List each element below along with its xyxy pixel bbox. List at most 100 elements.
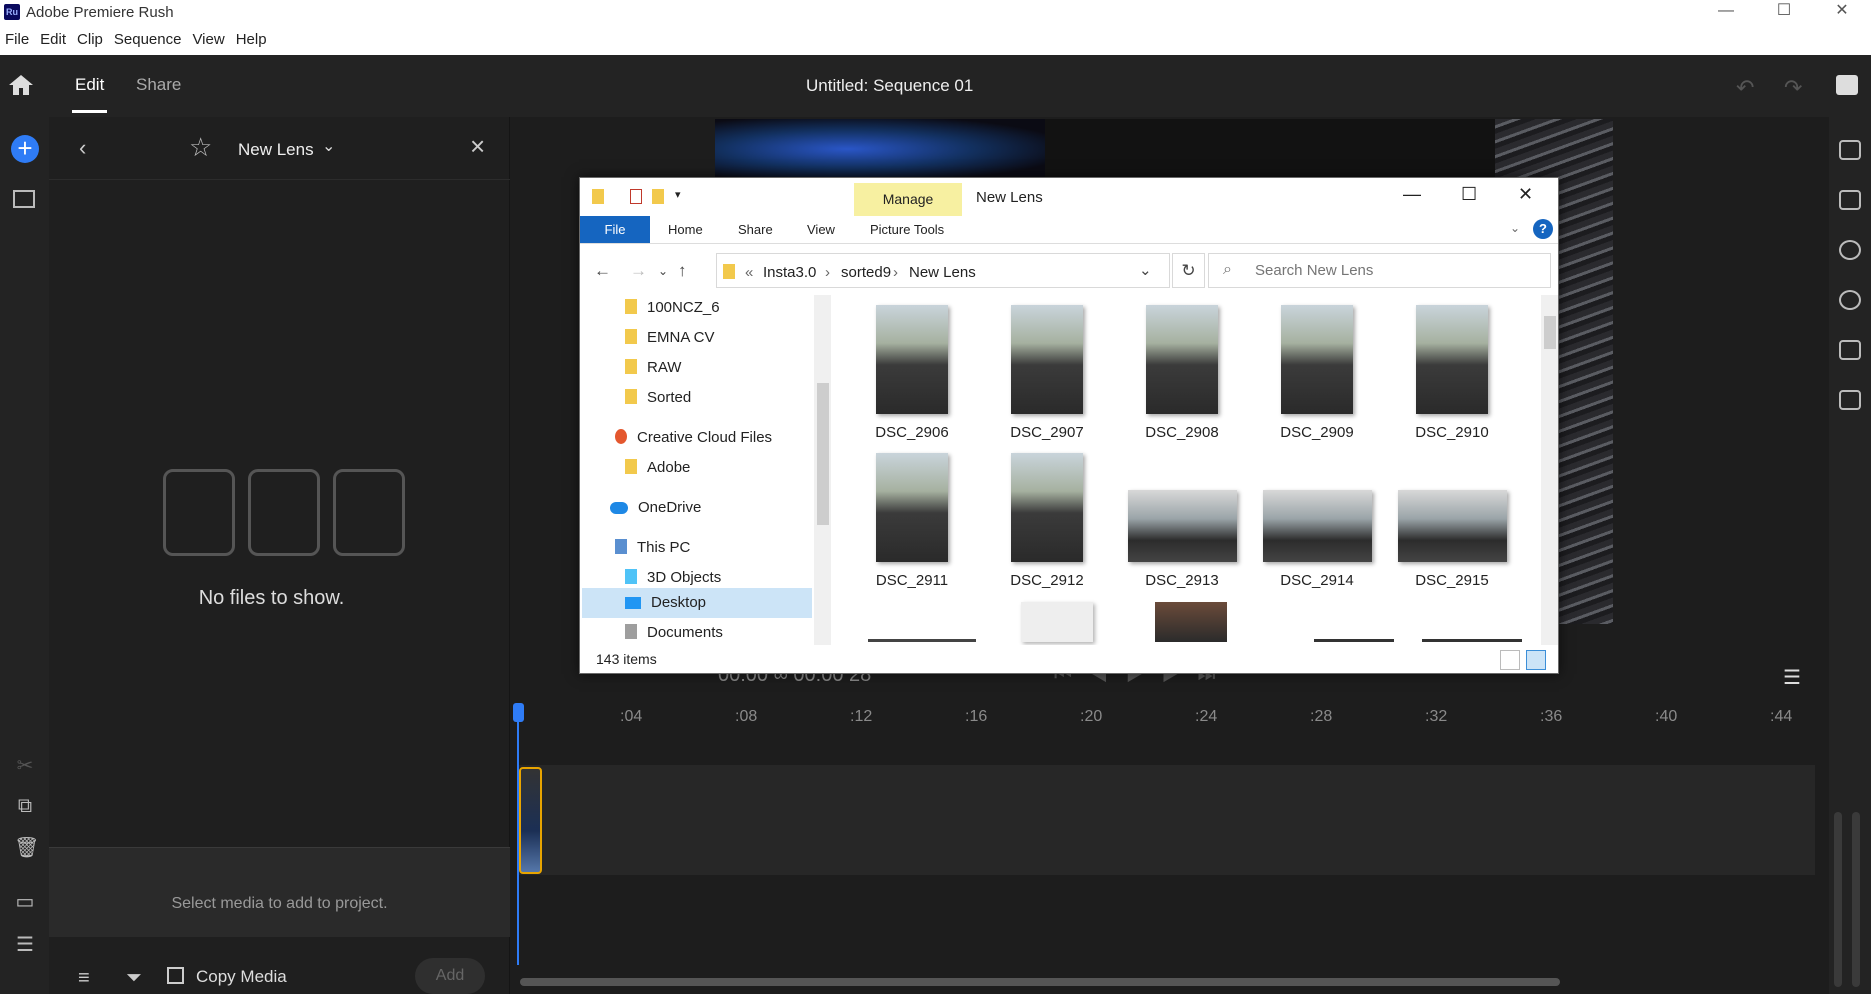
back-icon[interactable]: ‹ xyxy=(79,135,86,161)
chevron-down-icon[interactable]: ⌄ xyxy=(1139,261,1152,279)
crop-icon[interactable] xyxy=(1839,390,1861,410)
menu-help[interactable]: Help xyxy=(233,31,275,48)
file-item-dsc-2911[interactable]: DSC_2911 xyxy=(852,453,972,589)
ribbon-tab-home[interactable]: Home xyxy=(668,222,703,237)
menu-sequence[interactable]: Sequence xyxy=(111,31,190,48)
audio-icon[interactable] xyxy=(1839,340,1861,360)
maximize-icon[interactable]: ☐ xyxy=(1461,184,1477,205)
copy-media-checkbox[interactable] xyxy=(167,967,184,984)
nav-item-desktop[interactable]: Desktop xyxy=(625,590,706,616)
duplicate-icon[interactable]: ⧉ xyxy=(14,795,36,817)
playhead[interactable] xyxy=(517,710,519,965)
menu-view[interactable]: View xyxy=(189,31,232,48)
file-item-dsc-2909[interactable]: DSC_2909 xyxy=(1257,305,1377,441)
search-box[interactable]: ⌕ xyxy=(1208,253,1551,288)
menu-file[interactable]: File xyxy=(2,31,37,48)
manage-tab[interactable]: Manage xyxy=(854,183,962,216)
timeline-menu-icon[interactable]: ☰ xyxy=(1783,665,1801,690)
minimize-icon[interactable]: — xyxy=(1403,184,1421,205)
refresh-icon[interactable]: ↻ xyxy=(1172,253,1205,288)
speed-icon[interactable] xyxy=(1839,290,1861,310)
recent-locations-icon[interactable]: ⌄ xyxy=(658,264,668,278)
project-assets-icon[interactable] xyxy=(13,190,35,208)
nav-item-creative-cloud[interactable]: Creative Cloud Files xyxy=(615,425,772,451)
nav-item-onedrive[interactable]: OneDrive xyxy=(610,495,701,521)
back-arrow-icon[interactable]: ← xyxy=(594,261,611,281)
nav-scrollbar-thumb[interactable] xyxy=(817,383,829,525)
search-input[interactable] xyxy=(1255,262,1535,279)
file-grid-scrollbar-thumb[interactable] xyxy=(1544,316,1556,349)
nav-item-adobe[interactable]: Adobe xyxy=(625,455,690,481)
ribbon-tab-file[interactable]: File xyxy=(580,216,650,243)
tab-share[interactable]: Share xyxy=(136,75,181,95)
color-icon[interactable] xyxy=(1839,240,1861,260)
properties-icon[interactable] xyxy=(630,189,642,204)
timeline-clip[interactable] xyxy=(519,767,542,874)
tab-edit[interactable]: Edit xyxy=(71,75,108,113)
file-item-dsc-2915[interactable]: DSC_2915 xyxy=(1392,490,1512,589)
transitions-icon[interactable] xyxy=(1839,190,1861,210)
menu-clip[interactable]: Clip xyxy=(74,31,111,48)
breadcrumb-new-lens[interactable]: New Lens xyxy=(909,264,976,281)
breadcrumb-sorted9[interactable]: sorted9 xyxy=(841,264,891,281)
up-arrow-icon[interactable]: ↑ xyxy=(678,261,687,281)
add-button[interactable]: Add xyxy=(415,958,485,994)
redo-icon[interactable]: ↷ xyxy=(1784,75,1802,101)
nav-item-sorted[interactable]: Sorted xyxy=(625,385,691,411)
timeline-scrollbar[interactable] xyxy=(520,978,1560,986)
ribbon-tab-picture-tools[interactable]: Picture Tools xyxy=(870,222,944,237)
file-item-dsc-2907[interactable]: DSC_2907 xyxy=(987,305,1107,441)
close-icon[interactable]: × xyxy=(470,131,485,162)
new-folder-icon[interactable] xyxy=(652,189,664,204)
nav-item-3d-objects[interactable]: 3D Objects xyxy=(625,565,721,591)
menu-edit[interactable]: Edit xyxy=(37,31,74,48)
comment-icon[interactable] xyxy=(1836,75,1858,95)
track-scrollbar[interactable] xyxy=(1834,812,1842,987)
nav-item-emna-cv[interactable]: EMNA CV xyxy=(625,325,715,351)
playhead-handle[interactable] xyxy=(513,703,524,722)
timeline-ruler[interactable]: :04 :08 :12 :16 :20 :24 :28 :32 :36 :40 … xyxy=(518,700,1818,730)
file-item-dsc-2912[interactable]: DSC_2912 xyxy=(987,453,1107,589)
filter-icon[interactable]: ⏷ xyxy=(126,967,142,990)
track-icon[interactable]: ▭ xyxy=(14,889,36,913)
help-icon[interactable]: ? xyxy=(1533,219,1553,239)
file-item-dsc-2910[interactable]: DSC_2910 xyxy=(1392,305,1512,441)
file-item-dsc-2913[interactable]: DSC_2913 xyxy=(1122,490,1242,589)
nav-item-raw[interactable]: RAW xyxy=(625,355,681,381)
file-item-dsc-2908[interactable]: DSC_2908 xyxy=(1122,305,1242,441)
media-bottom-bar: ≡ ⏷ Copy Media Add xyxy=(49,937,510,994)
status-bar: 143 items xyxy=(580,646,1558,674)
file-item-dsc-2906[interactable]: DSC_2906 xyxy=(852,305,972,441)
ribbon-tab-share[interactable]: Share xyxy=(738,222,773,237)
forward-arrow-icon[interactable]: → xyxy=(630,261,647,281)
minimize-button[interactable]: — xyxy=(1697,0,1755,24)
large-icons-view-icon[interactable] xyxy=(1526,650,1546,670)
add-media-button[interactable]: + xyxy=(11,135,39,163)
star-icon[interactable]: ☆ xyxy=(189,132,212,163)
layers-icon[interactable]: ☰ xyxy=(14,932,36,956)
undo-icon[interactable]: ↶ xyxy=(1736,75,1754,101)
customize-quick-access-icon[interactable]: ▾ xyxy=(675,188,681,201)
track-scrollbar[interactable] xyxy=(1852,812,1860,987)
details-view-icon[interactable] xyxy=(1500,650,1520,670)
video-track[interactable] xyxy=(518,765,1815,875)
navigation-pane[interactable]: 100NCZ_6 EMNA CV RAW Sorted Creative Clo… xyxy=(580,295,812,645)
home-icon[interactable] xyxy=(8,73,34,97)
close-button[interactable]: ✕ xyxy=(1813,0,1871,24)
delete-icon[interactable]: 🗑 xyxy=(14,835,39,859)
list-view-icon[interactable]: ≡ xyxy=(78,967,90,990)
nav-item-documents[interactable]: Documents xyxy=(625,620,723,645)
breadcrumb-insta[interactable]: Insta3.0 xyxy=(763,264,816,281)
expand-ribbon-icon[interactable]: ⌄ xyxy=(1510,221,1520,235)
address-bar[interactable]: « Insta3.0 › sorted9 › New Lens ⌄ xyxy=(716,253,1170,288)
nav-item-this-pc[interactable]: This PC xyxy=(615,535,690,561)
nav-item-100ncz[interactable]: 100NCZ_6 xyxy=(625,295,720,321)
maximize-button[interactable]: ☐ xyxy=(1755,0,1813,24)
ribbon-tab-view[interactable]: View xyxy=(807,222,835,237)
split-icon[interactable]: ✂ xyxy=(14,753,36,777)
titles-icon[interactable] xyxy=(1839,140,1861,160)
breadcrumb-overflow[interactable]: « xyxy=(745,264,753,281)
file-item-dsc-2914[interactable]: DSC_2914 xyxy=(1257,490,1377,589)
close-icon[interactable]: ✕ xyxy=(1518,184,1533,205)
chevron-down-icon[interactable]: ⌄ xyxy=(322,136,335,156)
